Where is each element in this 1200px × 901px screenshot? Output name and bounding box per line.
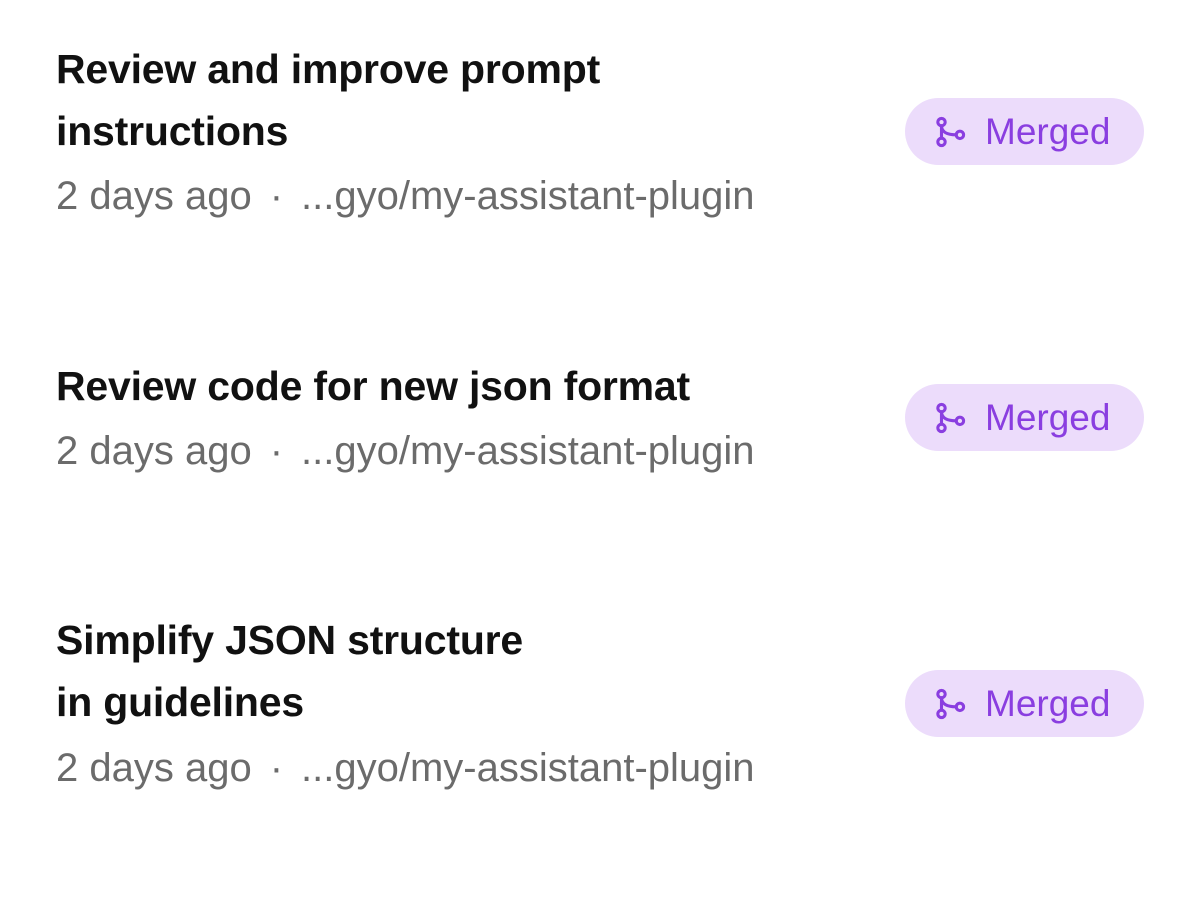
- git-merge-icon: [936, 688, 966, 719]
- session-title: Review code for new json format: [56, 355, 856, 417]
- session-item[interactable]: Review code for new json format 2 days a…: [0, 300, 1200, 520]
- meta-separator: ·: [269, 746, 284, 790]
- merged-status-badge: Merged: [905, 98, 1144, 165]
- badge-label: Merged: [985, 682, 1111, 724]
- session-title-line: Review and improve prompt: [56, 46, 601, 92]
- session-title: Simplify JSON structure in guidelines: [56, 609, 856, 733]
- session-item[interactable]: Simplify JSON structure in guidelines 2 …: [0, 580, 1200, 840]
- session-title: Review and improve prompt instructions: [56, 38, 856, 162]
- session-item[interactable]: Review and improve prompt instructions 2…: [0, 0, 1200, 250]
- session-time: 2 days ago: [56, 746, 252, 790]
- badge-label: Merged: [985, 110, 1111, 152]
- session-time: 2 days ago: [56, 174, 252, 218]
- merged-status-badge: Merged: [905, 670, 1144, 737]
- session-meta: 2 days ago · ...gyo/my-assistant-plugin: [56, 427, 755, 475]
- badge-label: Merged: [985, 396, 1111, 438]
- meta-separator: ·: [269, 174, 284, 218]
- session-repo[interactable]: ...gyo/my-assistant-plugin: [301, 429, 755, 473]
- session-title-line: instructions: [56, 108, 289, 154]
- session-repo[interactable]: ...gyo/my-assistant-plugin: [301, 174, 755, 218]
- session-title-line: Review code for new json format: [56, 363, 690, 409]
- session-repo[interactable]: ...gyo/my-assistant-plugin: [301, 746, 755, 790]
- git-merge-icon: [936, 116, 966, 147]
- session-meta: 2 days ago · ...gyo/my-assistant-plugin: [56, 744, 755, 792]
- session-title-line: in guidelines: [56, 679, 304, 725]
- session-title-line: Simplify JSON structure: [56, 617, 524, 663]
- merged-status-badge: Merged: [905, 384, 1144, 451]
- git-merge-icon: [936, 402, 966, 433]
- session-list: Review and improve prompt instructions 2…: [0, 0, 1200, 901]
- meta-separator: ·: [269, 429, 284, 473]
- session-meta: 2 days ago · ...gyo/my-assistant-plugin: [56, 172, 755, 220]
- session-time: 2 days ago: [56, 429, 252, 473]
